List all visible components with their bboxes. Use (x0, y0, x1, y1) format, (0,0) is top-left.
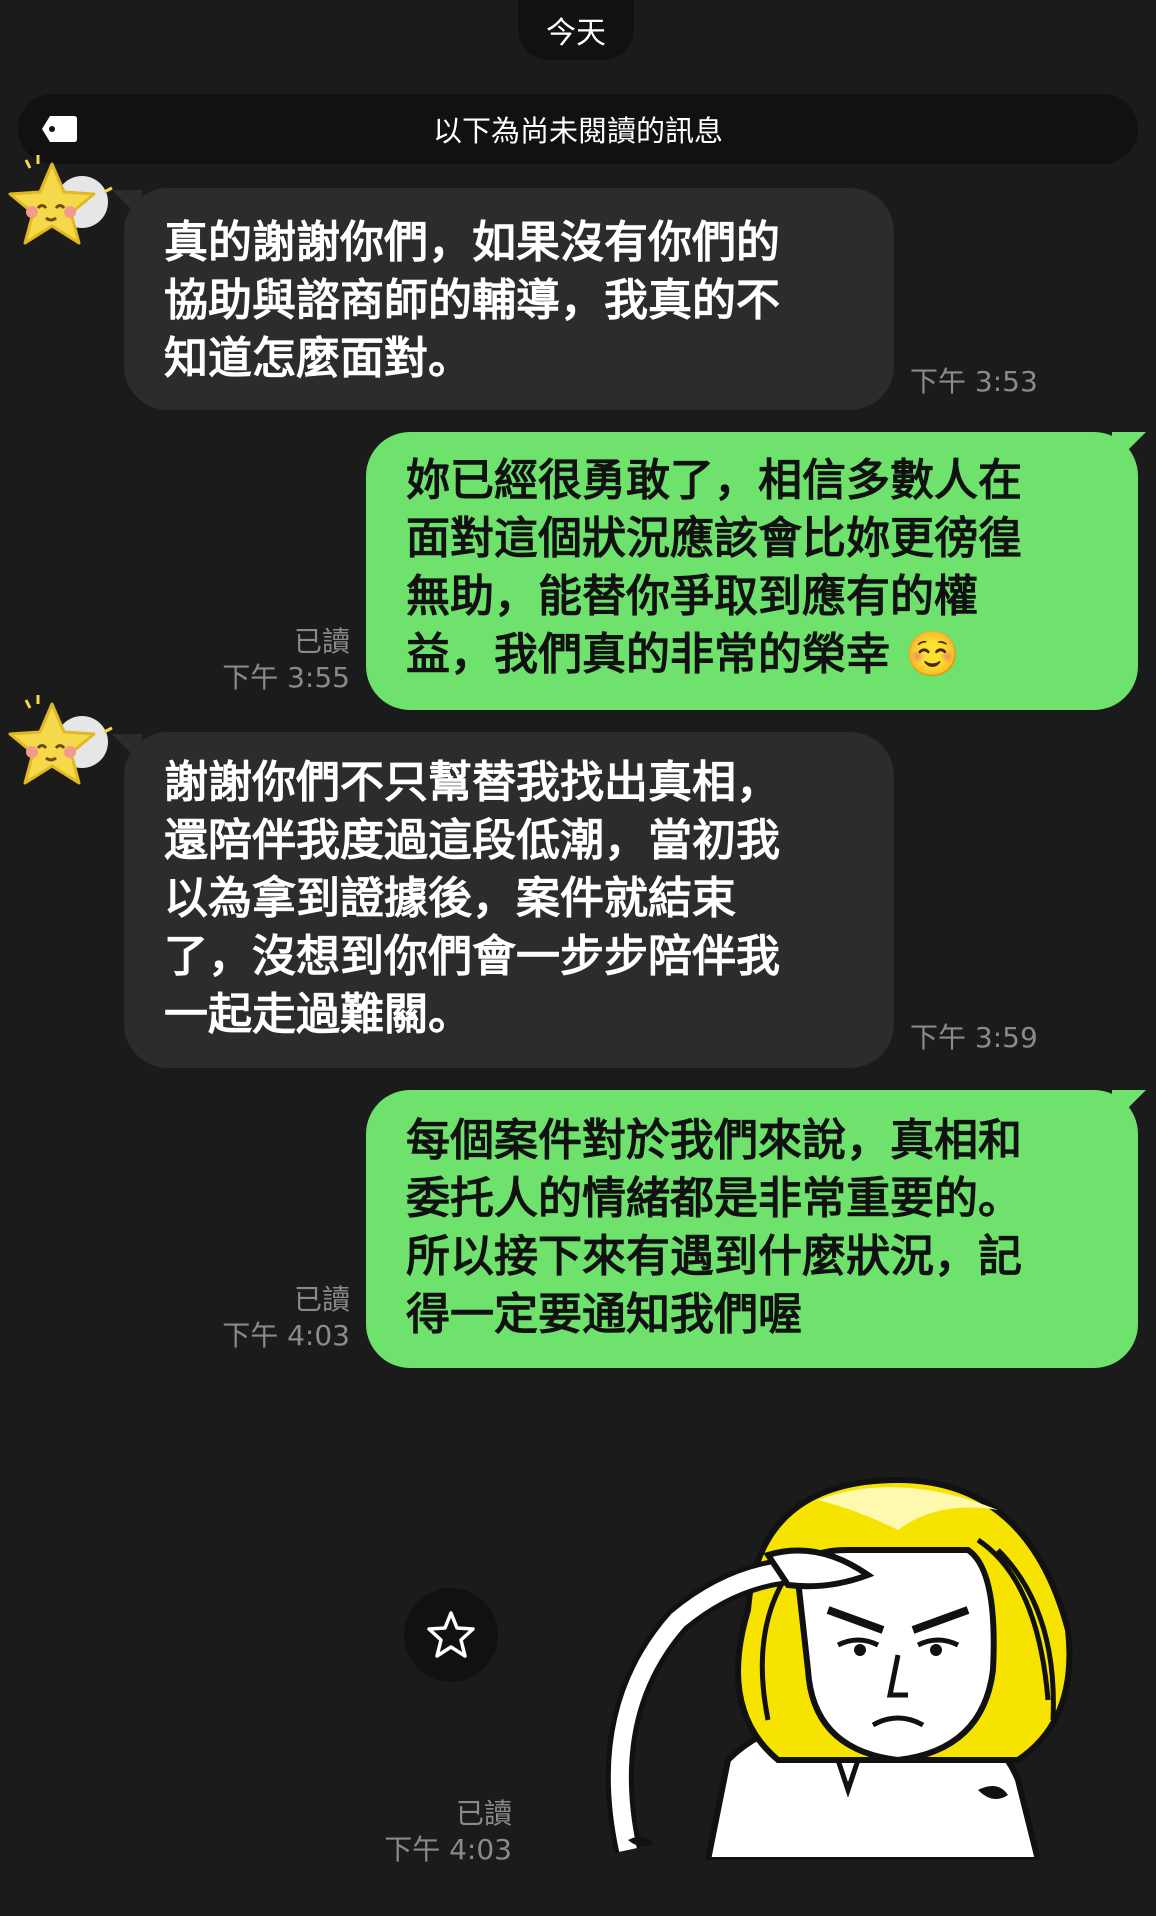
message-time: 下午 3:53 (910, 365, 1038, 398)
read-receipt: 已讀 (293, 625, 350, 658)
message-time: 下午 4:03 (222, 1319, 350, 1352)
read-receipt: 已讀 (455, 1797, 512, 1830)
message-text: 真的謝謝你們，如果沒有你們的 協助與諮商師的輔導，我真的不 知道怎麼面對。 (164, 217, 780, 384)
message-text: 每個案件對於我們來說，真相和 委托人的情緒都是非常重要的。 所以接下來有遇到什麼… (406, 1115, 1022, 1340)
star-avatar-icon[interactable] (0, 690, 120, 810)
saluting-girl-sticker[interactable] (598, 1460, 1098, 1863)
smiling-face-emoji-icon: ☺️ (905, 629, 961, 680)
message-meta: 已讀 下午 4:03 (222, 1282, 350, 1354)
read-receipt: 已讀 (293, 1283, 350, 1316)
star-favorite-button[interactable] (404, 1588, 498, 1682)
message-bubble-outgoing[interactable]: 妳已經很勇敢了，相信多數人在 面對這個狀況應該會比妳更徬徨 無助，能替你爭取到應… (366, 432, 1138, 710)
message-meta: 已讀 下午 4:03 (384, 1796, 512, 1868)
message-bubble-incoming[interactable]: 真的謝謝你們，如果沒有你們的 協助與諮商師的輔導，我真的不 知道怎麼面對。 (124, 188, 894, 410)
message-meta: 已讀 下午 3:55 (222, 624, 350, 696)
date-separator: 今天 (518, 0, 634, 60)
message-time: 下午 3:55 (222, 661, 350, 694)
unread-label: 以下為尚未閱讀的訊息 (432, 114, 723, 148)
message-text: 謝謝你們不只幫替我找出真相， 還陪伴我度過這段低潮，當初我 以為拿到證據後，案件… (164, 757, 780, 1040)
star-icon (427, 1611, 475, 1658)
message-bubble-incoming[interactable]: 謝謝你們不只幫替我找出真相， 還陪伴我度過這段低潮，當初我 以為拿到證據後，案件… (124, 732, 894, 1068)
message-bubble-outgoing[interactable]: 每個案件對於我們來說，真相和 委托人的情緒都是非常重要的。 所以接下來有遇到什麼… (366, 1090, 1138, 1368)
message-time: 下午 3:59 (910, 1021, 1038, 1054)
star-avatar-icon[interactable] (0, 150, 120, 270)
date-label: 今天 (546, 16, 606, 51)
unread-divider: 以下為尚未閱讀的訊息 (18, 94, 1138, 164)
message-time: 下午 4:03 (384, 1833, 512, 1866)
